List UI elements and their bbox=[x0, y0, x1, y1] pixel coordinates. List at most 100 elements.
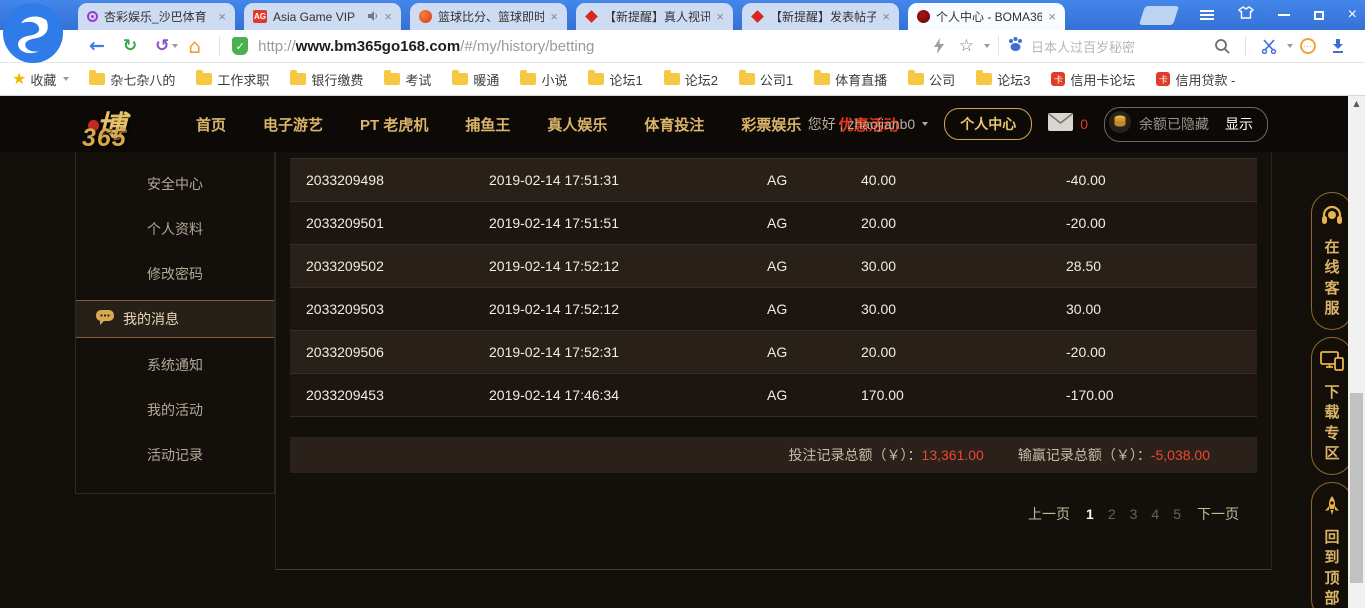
smiley-menu-icon[interactable]: ⋯ bbox=[1300, 38, 1316, 54]
tab-reminder-post[interactable]: 【新提醒】发表帖子 - × bbox=[742, 3, 899, 30]
close-icon[interactable]: × bbox=[218, 10, 226, 23]
skin-shirt-icon[interactable] bbox=[1237, 6, 1254, 24]
tab-reminder-live[interactable]: 【新提醒】真人视讯 × bbox=[576, 3, 733, 30]
url-host: www.bm365go168.com bbox=[295, 37, 461, 55]
bookmark-item[interactable]: 论坛2 bbox=[663, 70, 718, 89]
download-zone-button[interactable]: 下载专区 bbox=[1311, 337, 1353, 475]
cell-time: 2019-02-14 17:51:51 bbox=[489, 215, 619, 231]
user-greeting[interactable]: 您好 , zhaojianb0 bbox=[807, 114, 929, 134]
url-path: /#/my/history/betting bbox=[460, 37, 595, 55]
bookmark-item[interactable]: 论坛1 bbox=[588, 70, 643, 89]
messages-indicator[interactable]: 0 bbox=[1048, 112, 1088, 136]
address-bar-tools: ☆ 日本人过百岁秘密 ⋯ bbox=[926, 36, 1365, 57]
tab-asia-game-vip[interactable]: Asia Game VIP × bbox=[244, 3, 401, 30]
table-row[interactable]: 2033209501 2019-02-14 17:51:51 AG 20.00 … bbox=[290, 202, 1257, 245]
page-number[interactable]: 3 bbox=[1130, 506, 1138, 522]
next-page-button[interactable]: 下一页 bbox=[1197, 504, 1239, 524]
scroll-up-arrow-icon[interactable]: ▲ bbox=[1348, 96, 1365, 111]
close-window-icon[interactable]: × bbox=[1348, 7, 1357, 23]
table-row[interactable]: 2033209502 2019-02-14 17:52:12 AG 30.00 … bbox=[290, 245, 1257, 288]
online-service-button[interactable]: 在线客服 bbox=[1311, 192, 1353, 330]
divider bbox=[998, 36, 999, 56]
nav-item[interactable]: 首页 bbox=[196, 114, 226, 135]
personal-center-button[interactable]: 个人中心 bbox=[944, 108, 1033, 140]
sidebar-item[interactable]: 我的消息 bbox=[76, 300, 274, 338]
bookmark-item[interactable]: 公司 bbox=[908, 70, 955, 89]
favorites-menu[interactable]: ★ 收藏 bbox=[12, 70, 70, 89]
greeting-text: 您好 , zhaojianb0 bbox=[807, 116, 916, 132]
menu-icon[interactable] bbox=[1199, 14, 1214, 16]
nav-item[interactable]: 体育投注 bbox=[644, 114, 704, 135]
browser-window: 杏彩娱乐_沙巴体育 × Asia Game VIP × 篮球比分、篮球即时比 ×… bbox=[0, 0, 1365, 608]
prev-page-button[interactable]: 上一页 bbox=[1028, 504, 1070, 524]
security-shield-icon[interactable]: ✓ bbox=[232, 37, 249, 55]
nav-item[interactable]: 真人娱乐 bbox=[547, 114, 607, 135]
bookmark-item[interactable]: 体育直播 bbox=[814, 70, 887, 89]
back-to-top-button[interactable]: 回到顶部 bbox=[1311, 482, 1353, 608]
back-icon[interactable]: ← bbox=[89, 36, 105, 56]
page-scrollbar[interactable]: ▲ bbox=[1348, 96, 1365, 608]
nav-item[interactable]: 电子游艺 bbox=[263, 114, 323, 135]
chevron-down-icon[interactable] bbox=[984, 44, 990, 48]
nav-item[interactable]: 捕鱼王 bbox=[465, 114, 510, 135]
tab-xingcai-sports[interactable]: 杏彩娱乐_沙巴体育 × bbox=[78, 3, 235, 30]
bookmark-item[interactable]: 工作求职 bbox=[196, 70, 269, 89]
close-icon[interactable]: × bbox=[882, 10, 890, 23]
sidebar-item[interactable]: 个人资料 bbox=[76, 206, 274, 251]
sidebar-item[interactable]: 系统通知 bbox=[76, 342, 274, 387]
chevron-down-icon[interactable] bbox=[1287, 44, 1293, 48]
page-number[interactable]: 4 bbox=[1151, 506, 1159, 522]
tab-personal-center-active[interactable]: 个人中心 - BOMA36 × bbox=[908, 3, 1065, 30]
table-row[interactable]: 2033209453 2019-02-14 17:46:34 AG 170.00… bbox=[290, 374, 1257, 417]
search-input[interactable]: 日本人过百岁秘密 bbox=[1007, 36, 1207, 57]
cell-order-id: 2033209498 bbox=[306, 172, 384, 188]
page-number[interactable]: 1 bbox=[1086, 506, 1094, 522]
close-icon[interactable]: × bbox=[716, 10, 724, 23]
lightning-icon[interactable] bbox=[933, 38, 945, 54]
home-icon[interactable]: ⌂ bbox=[188, 36, 201, 56]
scissors-screenshot-icon[interactable] bbox=[1261, 38, 1277, 54]
minimize-icon[interactable] bbox=[1277, 14, 1290, 16]
boma-site-icon bbox=[917, 10, 930, 23]
bookmark-item[interactable]: 小说 bbox=[520, 70, 567, 89]
bookmark-item[interactable]: 杂七杂八的 bbox=[89, 70, 175, 89]
download-icon[interactable] bbox=[1330, 38, 1346, 54]
table-row[interactable]: 2033209503 2019-02-14 17:52:12 AG 30.00 … bbox=[290, 288, 1257, 331]
bookmark-item[interactable]: 考试 bbox=[384, 70, 431, 89]
nav-item[interactable]: PT 老虎机 bbox=[360, 114, 428, 135]
favorite-star-icon[interactable]: ☆ bbox=[959, 37, 974, 55]
float-button-label: 回到顶部 bbox=[1324, 529, 1340, 607]
restore-icon[interactable] bbox=[1313, 10, 1324, 20]
sidebar-item[interactable]: 活动记录 bbox=[76, 432, 274, 477]
bookmark-item[interactable]: 银行缴费 bbox=[290, 70, 363, 89]
chevron-down-icon[interactable] bbox=[172, 44, 179, 48]
close-icon[interactable]: × bbox=[1048, 10, 1056, 23]
bookmark-item[interactable]: 论坛3 bbox=[976, 70, 1030, 89]
refresh-icon[interactable]: ↻ bbox=[123, 37, 137, 55]
bookmark-item[interactable]: 信用贷款 - bbox=[1156, 70, 1235, 89]
bookmark-item[interactable]: 公司1 bbox=[738, 70, 793, 89]
nav-item[interactable]: 彩票娱乐 bbox=[741, 114, 801, 135]
search-icon[interactable] bbox=[1214, 38, 1230, 54]
bookmark-item[interactable]: 信用卡论坛 bbox=[1051, 70, 1135, 89]
page-number[interactable]: 5 bbox=[1173, 506, 1181, 522]
url-field[interactable]: http://www.bm365go168.com/#/my/history/b… bbox=[258, 38, 594, 55]
message-count: 0 bbox=[1080, 116, 1088, 132]
balance-show-button[interactable]: 显示 bbox=[1225, 114, 1253, 134]
bookmark-item[interactable]: 暖通 bbox=[452, 70, 499, 89]
sidebar-item[interactable]: 安全中心 bbox=[76, 161, 274, 206]
sidebar-item[interactable]: 我的活动 bbox=[76, 387, 274, 432]
address-bar: ← ↻ ↺ ⌂ ✓ http://www.bm365go168.com/#/my… bbox=[0, 30, 1365, 63]
bookmark-label: 信用贷款 - bbox=[1175, 72, 1236, 88]
new-tab-button[interactable] bbox=[1138, 6, 1180, 25]
site-logo[interactable]: 博 365 bbox=[64, 100, 184, 152]
table-row[interactable]: 2033209498 2019-02-14 17:51:31 AG 40.00 … bbox=[290, 159, 1257, 202]
close-icon[interactable]: × bbox=[550, 10, 558, 23]
sidebar-item[interactable]: 修改密码 bbox=[76, 251, 274, 296]
undo-icon[interactable]: ↺ bbox=[155, 37, 169, 55]
close-icon[interactable]: × bbox=[384, 10, 392, 23]
page-number[interactable]: 2 bbox=[1108, 506, 1116, 522]
tab-basketball-score[interactable]: 篮球比分、篮球即时比 × bbox=[410, 3, 567, 30]
table-row[interactable]: 2033209506 2019-02-14 17:52:31 AG 20.00 … bbox=[290, 331, 1257, 374]
scrollbar-thumb[interactable] bbox=[1350, 393, 1363, 583]
